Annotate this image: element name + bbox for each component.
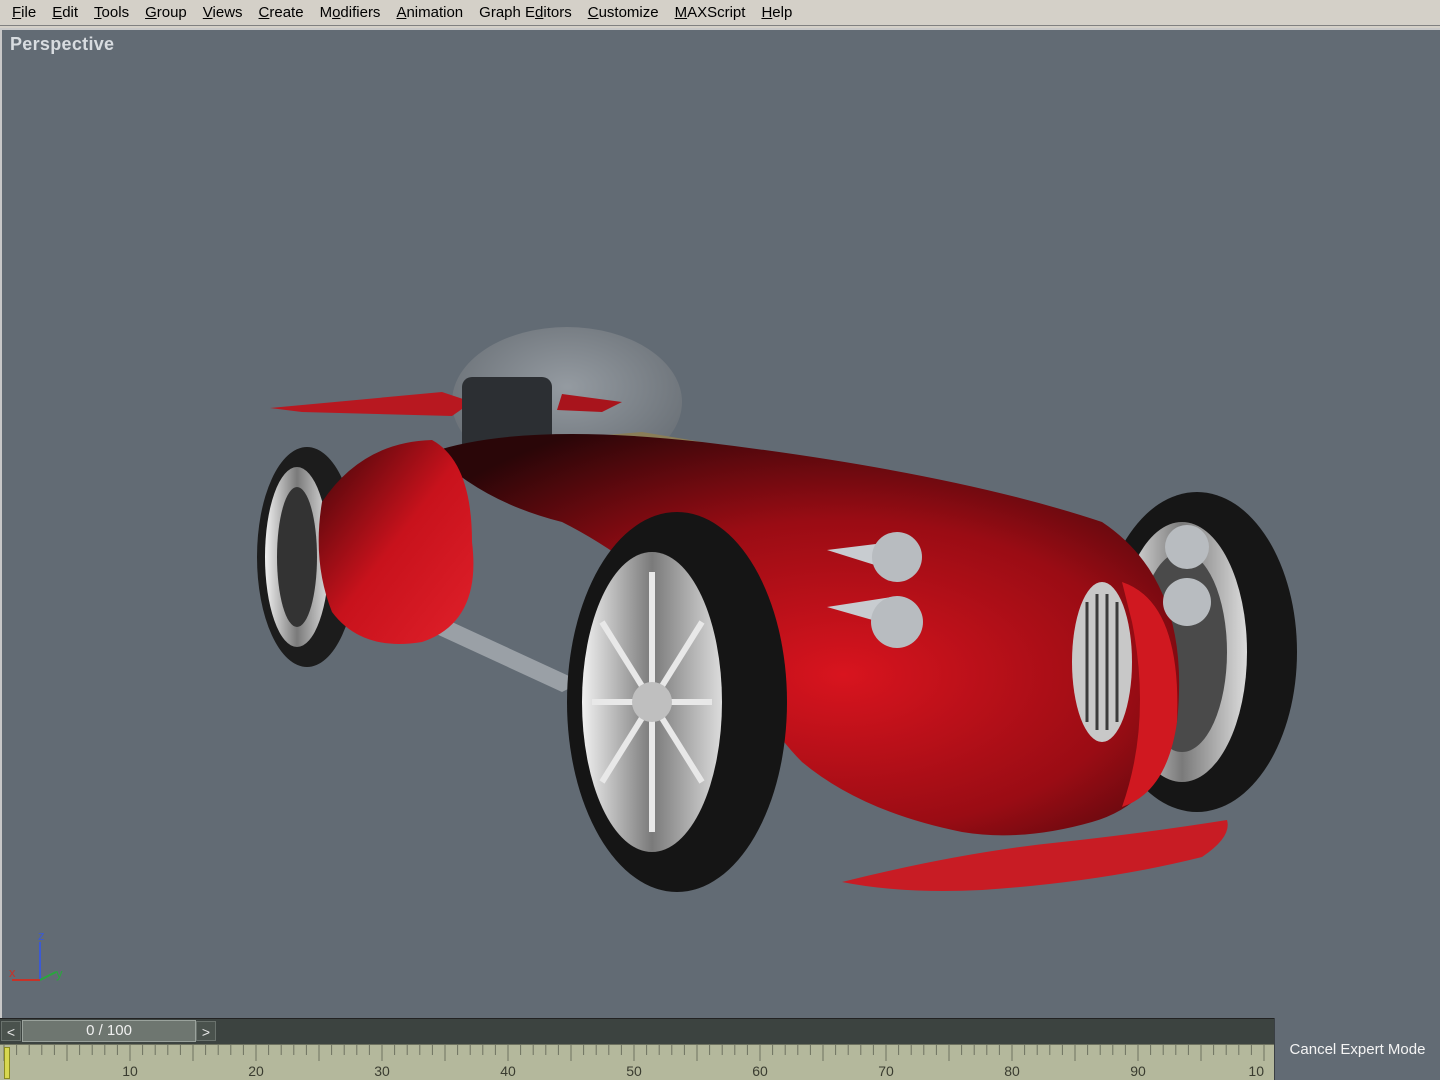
menu-item[interactable]: Tools	[86, 1, 137, 25]
timeline-label: 10	[1248, 1063, 1264, 1079]
front-left-hub-shape	[632, 682, 672, 722]
car-body-shape	[432, 434, 1180, 836]
axis-y-label: y	[56, 966, 63, 981]
perspective-viewport[interactable]: Perspective z x y	[0, 28, 1440, 1018]
menu-item[interactable]: Graph Editors	[471, 1, 580, 25]
axis-x-label: x	[9, 965, 16, 980]
menu-item[interactable]: Animation	[388, 1, 471, 25]
car-model[interactable]	[2, 30, 1440, 1018]
grille-shape	[1072, 582, 1132, 742]
axis-tripod: z x y	[9, 930, 63, 981]
menu-item[interactable]: Group	[137, 1, 195, 25]
menu-item[interactable]: Customize	[580, 1, 667, 25]
cancel-expert-mode-button[interactable]: Cancel Expert Mode	[1274, 1018, 1440, 1080]
chevron-right-icon[interactable]: >	[196, 1021, 216, 1041]
menu-bar: File Edit Tools Group Views Create Modifiers An…	[0, 0, 1440, 26]
chevron-left-icon[interactable]: <	[1, 1021, 21, 1041]
timeline-label: 50	[626, 1063, 642, 1079]
timeline-label: 30	[374, 1063, 390, 1079]
menu-item[interactable]: MAXScript	[667, 1, 754, 25]
menu-item[interactable]: Edit	[44, 1, 86, 25]
timeline-label: 90	[1130, 1063, 1146, 1079]
menu-item[interactable]: File	[4, 1, 44, 25]
menu-item[interactable]: Create	[251, 1, 312, 25]
timeline-label: 20	[248, 1063, 264, 1079]
timeline-label: 60	[752, 1063, 768, 1079]
current-frame-marker[interactable]	[4, 1047, 10, 1079]
timeline-ruler[interactable]: 10 20 30 40 50 60 70 80 90 10	[0, 1044, 1274, 1080]
rear-fender-shape	[318, 440, 474, 644]
menu-item[interactable]: Help	[753, 1, 800, 25]
timeline-label: 70	[878, 1063, 894, 1079]
timeline-label: 40	[500, 1063, 516, 1079]
timeline-label: 10	[122, 1063, 138, 1079]
frame-counter-slider[interactable]: 0 / 100	[22, 1020, 196, 1042]
rear-spoiler-shape	[270, 392, 472, 416]
timeline-label: 80	[1004, 1063, 1020, 1079]
side-pipe-shape	[432, 622, 582, 692]
rear-left-hub-shape	[277, 487, 317, 627]
axis-z-label: z	[38, 930, 45, 943]
time-slider-bar[interactable]: < 0 / 100 >	[0, 1018, 1274, 1044]
menu-item[interactable]: Views	[195, 1, 251, 25]
menu-item[interactable]: Modifiers	[312, 1, 389, 25]
